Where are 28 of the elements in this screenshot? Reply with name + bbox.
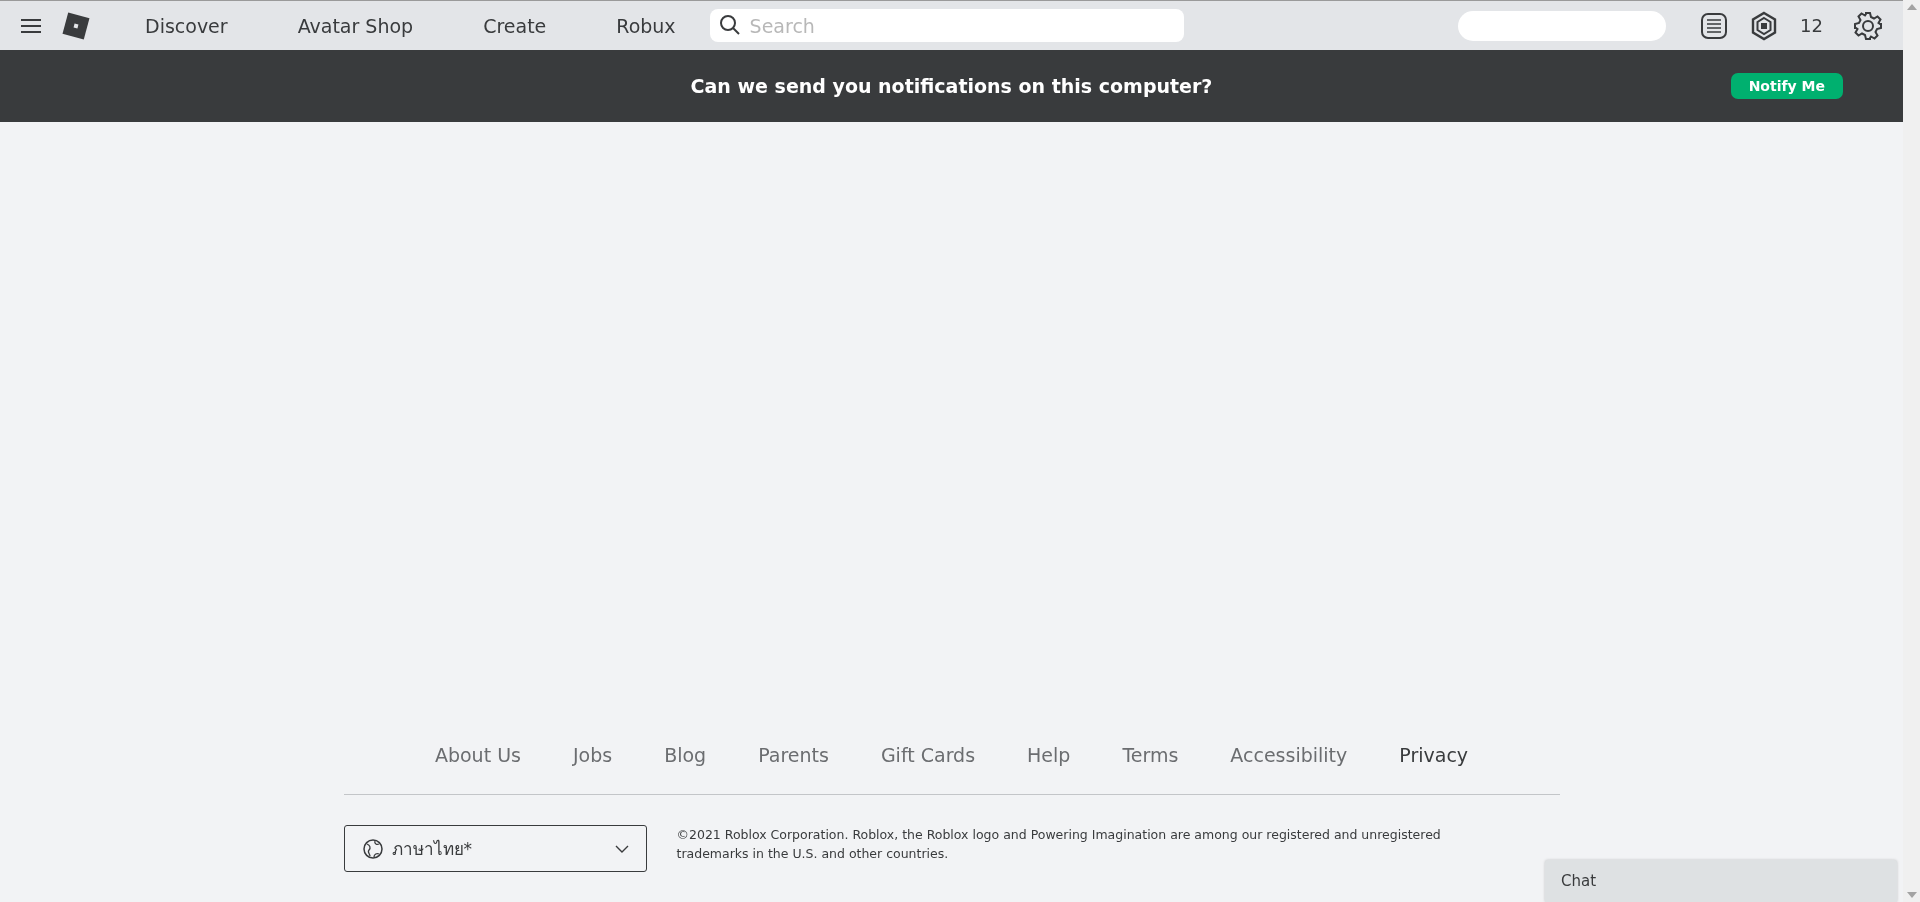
copyright-text: ©2021 Roblox Corporation. Roblox, the Roblox logo and Powering Imagination are among our registered and unregistered trademarks in the U.S. and other countries. [676, 826, 1442, 863]
menu-icon[interactable] [20, 17, 42, 34]
footer-link[interactable]: Blog [664, 744, 707, 766]
footer-link[interactable]: Jobs [572, 744, 613, 766]
scrollbar[interactable] [1903, 0, 1920, 902]
footer-link[interactable]: Accessibility [1230, 744, 1348, 766]
robux-count: 12 [1800, 15, 1823, 36]
footer-link[interactable]: About Us [434, 744, 521, 766]
notification-prompt: Can we send you notifications on this computer? [690, 75, 1213, 97]
footer-link[interactable]: Parents [758, 744, 829, 766]
footer-link[interactable]: Terms [1122, 744, 1179, 766]
search-field[interactable]: Search [709, 9, 1184, 42]
notify-button[interactable]: Notify Me [1730, 73, 1843, 99]
chat-panel[interactable]: Chat [1545, 860, 1897, 902]
nav-link[interactable]: Avatar Shop [297, 14, 414, 37]
nav-link[interactable]: Robux [616, 14, 676, 37]
settings-icon[interactable] [1853, 10, 1883, 41]
chevron-down-icon [614, 844, 629, 853]
footer-link[interactable]: Help [1027, 744, 1071, 766]
list-icon[interactable] [1700, 11, 1729, 40]
footer-link[interactable]: Privacy [1399, 744, 1469, 766]
globe-icon [361, 837, 384, 860]
language-dropdown[interactable]: ภาษาไทย* [343, 825, 647, 872]
footer-link[interactable]: Gift Cards [880, 744, 976, 766]
nav-link[interactable]: Discover [145, 14, 228, 37]
nav-link[interactable]: Create [483, 14, 547, 37]
hexagon-coin-icon[interactable] [1750, 10, 1779, 41]
search-icon [718, 14, 741, 36]
